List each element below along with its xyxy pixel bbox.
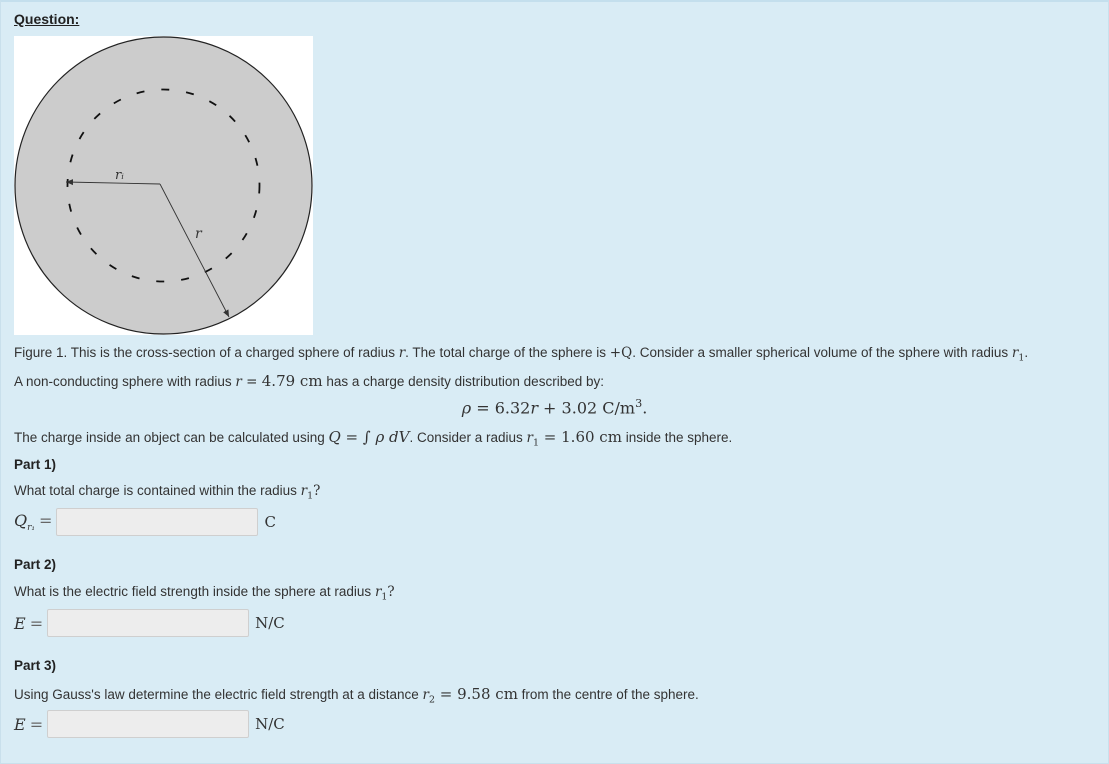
part3-field-input[interactable] <box>47 710 250 738</box>
part2-field-input[interactable] <box>47 609 250 637</box>
sphere-diagram: rᵢ r <box>14 36 313 335</box>
intro-text: A non-conducting sphere with radius r = … <box>14 372 604 390</box>
part3-title: Part 3) <box>14 658 57 673</box>
density-formula: ρ = 6.32r + 3.02 C/m3. <box>461 397 648 418</box>
charge-formula-text: The charge inside an object can be calcu… <box>14 428 733 449</box>
part1-charge-input[interactable] <box>56 508 259 536</box>
part3-question: Using Gauss's law determine the electric… <box>14 685 699 706</box>
part3-label: E = <box>14 714 44 734</box>
figure-caption: Figure 1. This is the cross-section of a… <box>14 345 1029 364</box>
part2-label: E = <box>14 613 44 633</box>
label-ri: rᵢ <box>115 168 124 183</box>
part1-label: Qr₁ = <box>14 510 53 534</box>
part2-answer-row: E = N/C <box>14 608 285 638</box>
part2-title: Part 2) <box>14 557 57 572</box>
part3-answer-row: E = N/C <box>14 709 285 739</box>
part1-question: What total charge is contained within th… <box>14 483 321 502</box>
part2-unit: N/C <box>255 614 285 632</box>
part1-unit: C <box>264 513 276 531</box>
question-heading: Question: <box>14 11 80 27</box>
part1-title: Part 1) <box>14 457 57 472</box>
outer-sphere <box>14 36 313 335</box>
part1-answer-row: Qr₁ = C <box>14 507 276 537</box>
part3-unit: N/C <box>255 715 285 733</box>
part2-question: What is the electric field strength insi… <box>14 584 395 603</box>
sphere-figure: rᵢ r <box>14 36 313 335</box>
